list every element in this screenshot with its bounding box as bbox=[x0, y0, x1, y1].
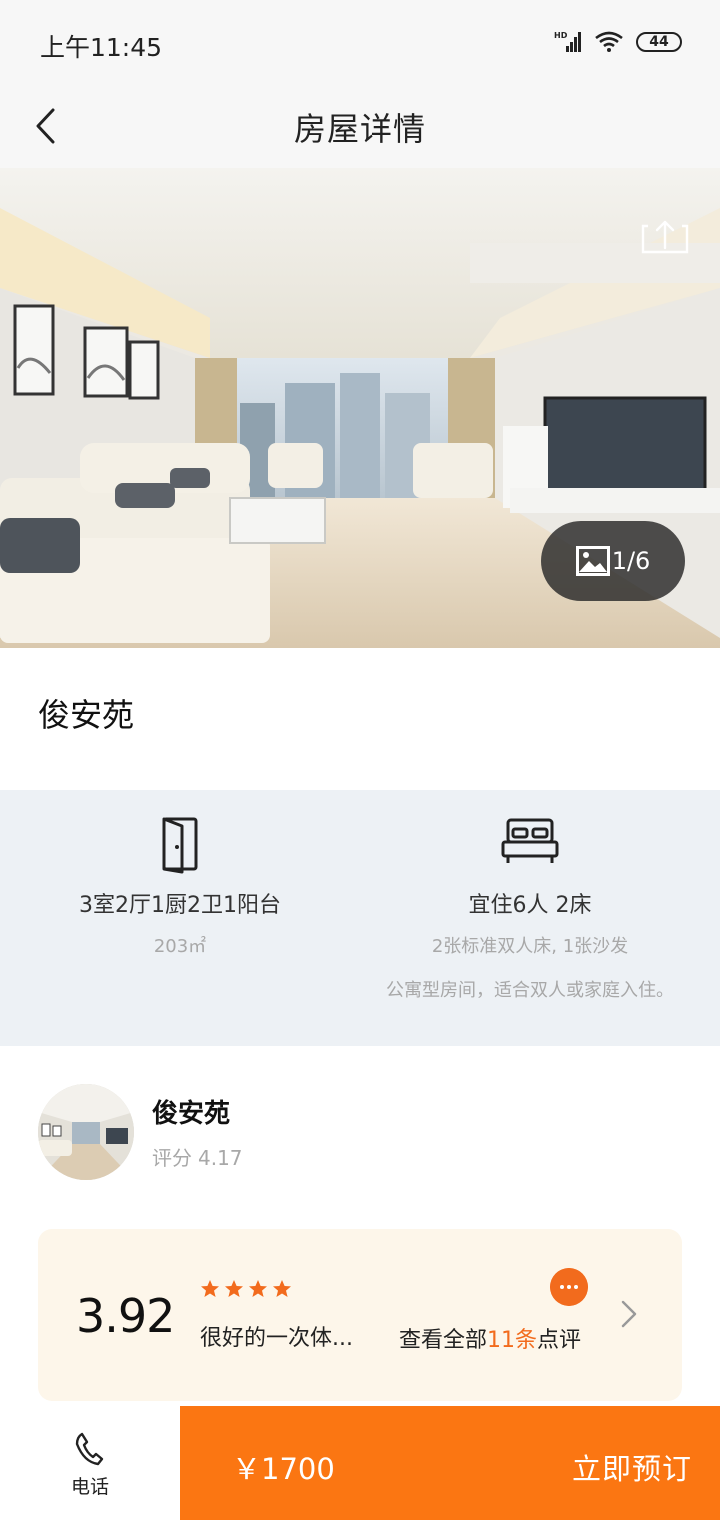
host-avatar-image bbox=[38, 1084, 134, 1180]
bed-icon bbox=[501, 818, 559, 863]
page-title: 房屋详情 bbox=[293, 110, 426, 148]
star-icon bbox=[273, 1280, 291, 1297]
photo-counter-text: 1/6 bbox=[611, 547, 651, 575]
host-avatar[interactable] bbox=[38, 1084, 134, 1180]
book-now-label: 立即预订 bbox=[571, 1452, 692, 1486]
photo-counter-button[interactable]: 1/6 bbox=[541, 521, 685, 601]
photo-gallery[interactable]: 1/6 bbox=[0, 168, 720, 648]
status-bar: 上午11:45 HD 44 bbox=[0, 0, 720, 84]
image-icon bbox=[575, 546, 610, 576]
more-dots-icon bbox=[550, 1268, 588, 1306]
star-icon bbox=[225, 1280, 243, 1297]
phone-button[interactable]: 电话 bbox=[0, 1406, 180, 1520]
view-all-prefix: 查看全部 bbox=[399, 1328, 488, 1353]
guest-info: 宜住6人 2床 2张标准双人床, 1张沙发 公寓型房间，适合双人或家庭入住。 bbox=[340, 790, 720, 1046]
review-score: 3.92 bbox=[76, 1289, 175, 1343]
host-rating-value: 4.17 bbox=[198, 1146, 243, 1170]
room-description: 公寓型房间，适合双人或家庭入住。 bbox=[386, 980, 674, 1001]
status-icons: HD 44 bbox=[554, 28, 682, 56]
host-name: 俊安苑 bbox=[152, 1099, 231, 1129]
wifi-icon bbox=[595, 31, 623, 52]
bottom-action-bar: 电话 ￥1700 立即预订 bbox=[0, 1406, 720, 1520]
battery-indicator: 44 bbox=[636, 32, 682, 52]
star-icon bbox=[249, 1280, 267, 1297]
room-area: 203㎡ bbox=[153, 936, 207, 957]
review-snippet: 很好的一次体... bbox=[200, 1326, 353, 1351]
door-icon bbox=[162, 817, 198, 874]
review-count: 11条 bbox=[487, 1328, 538, 1353]
host-rating-label: 评分 bbox=[152, 1146, 192, 1170]
review-summary-card[interactable]: 3.92 很好的一次体... 查看全部11条点评 bbox=[38, 1229, 682, 1401]
view-all-reviews-link[interactable]: 查看全部11条点评 bbox=[399, 1322, 581, 1354]
listing-title: 俊安苑 bbox=[38, 696, 135, 734]
price: ￥1700 bbox=[232, 1452, 335, 1486]
layout-info: 3室2厅1厨2卫1阳台 203㎡ bbox=[0, 790, 360, 1046]
review-stars bbox=[200, 1279, 292, 1299]
room-info-panel: 3室2厅1厨2卫1阳台 203㎡ 宜住6人 2床 2张标准双人床, 1张沙发 公… bbox=[0, 790, 720, 1046]
status-time: 上午11:45 bbox=[40, 33, 163, 62]
chevron-right-icon bbox=[621, 1300, 637, 1328]
host-rating: 评分 4.17 bbox=[152, 1142, 243, 1171]
phone-label: 电话 bbox=[70, 1476, 109, 1498]
guest-capacity: 宜住6人 2床 bbox=[468, 893, 592, 918]
view-all-suffix: 点评 bbox=[537, 1328, 582, 1353]
nav-bar: 房屋详情 bbox=[0, 84, 720, 168]
book-now-button[interactable]: ￥1700 立即预订 bbox=[180, 1406, 720, 1520]
room-layout: 3室2厅1厨2卫1阳台 bbox=[79, 893, 281, 918]
phone-icon bbox=[75, 1432, 104, 1466]
bed-details: 2张标准双人床, 1张沙发 bbox=[431, 936, 629, 957]
svg-text:HD: HD bbox=[554, 31, 568, 40]
star-icon bbox=[201, 1280, 219, 1297]
share-icon[interactable] bbox=[640, 218, 690, 260]
signal-icon: HD bbox=[554, 31, 581, 52]
